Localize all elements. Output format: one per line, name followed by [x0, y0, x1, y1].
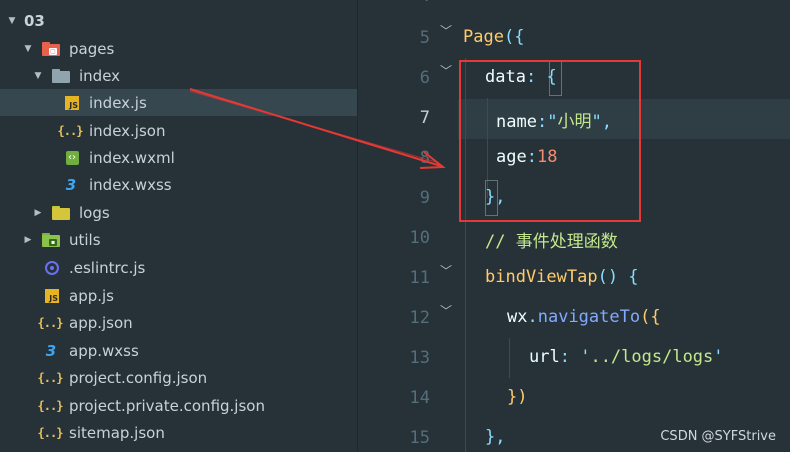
tree-item-label: project.config.json — [69, 368, 208, 387]
code-token: ' — [580, 347, 591, 367]
tree-file-index-js[interactable]: JS index.js — [0, 89, 357, 116]
folder-open-icon — [52, 68, 70, 84]
folder-icon — [52, 205, 70, 221]
code-token: wx — [507, 307, 528, 327]
tree-item-label: app.js — [69, 286, 114, 305]
chevron-right-icon[interactable]: ▶ — [22, 234, 34, 246]
line-number: 4 — [358, 0, 430, 6]
line-number: 5 — [419, 28, 430, 48]
json-file-icon: {..} — [37, 425, 64, 440]
fold-chevron-icon[interactable]: ﹀ — [440, 62, 452, 79]
tree-file-index-wxss[interactable]: 3 index.wxss — [0, 171, 357, 198]
eslint-file-icon — [44, 260, 60, 276]
tree-item-label: index — [79, 66, 121, 85]
code-token: }, — [485, 427, 506, 447]
code-token: ({ — [640, 307, 661, 327]
wxml-file-icon: ‹› — [64, 150, 80, 166]
code-token: ' — [713, 347, 724, 367]
code-token: ({ — [503, 27, 525, 47]
tree-file-app-json[interactable]: {..} app.json — [0, 309, 357, 336]
tree-file-eslintrc[interactable]: .eslintrc.js — [0, 254, 357, 281]
tree-root-03[interactable]: ▼ 03 — [0, 7, 357, 34]
code-line-13: url: '../logs/logs' — [529, 347, 724, 367]
tree-file-app-js[interactable]: JS app.js — [0, 282, 357, 309]
code-token: bindViewTap — [485, 267, 598, 287]
code-line-15: }, — [485, 427, 505, 447]
fold-chevron-icon[interactable]: ﹀ — [440, 262, 452, 279]
line-number: 13 — [409, 348, 430, 368]
tree-item-label: index.json — [89, 121, 166, 140]
tree-file-sitemap[interactable]: {..} sitemap.json — [0, 419, 357, 446]
chevron-down-icon[interactable]: ▼ — [22, 43, 34, 55]
tree-folder-utils[interactable]: ▶ ▪ utils — [0, 226, 357, 253]
fold-chevron-icon[interactable]: ﹀ — [440, 22, 452, 39]
folder-pages-icon: ▢ — [42, 41, 60, 57]
line-number: 6 — [419, 68, 430, 88]
code-token: ../logs/logs — [590, 347, 714, 367]
watermark-text: CSDN @SYFStrive — [660, 429, 776, 444]
code-line-14: }) — [507, 387, 527, 407]
chevron-right-icon[interactable]: ▶ — [32, 207, 44, 219]
json-file-icon: {..} — [37, 315, 64, 330]
json-file-icon: {..} — [57, 123, 84, 138]
js-file-icon: JS — [44, 288, 60, 304]
chevron-down-icon[interactable]: ▼ — [32, 70, 44, 82]
css-file-icon: 3 — [65, 175, 77, 194]
line-number: 11 — [409, 268, 430, 288]
folder-utils-icon: ▪ — [42, 232, 60, 248]
tree-file-app-wxss[interactable]: 3 app.wxss — [0, 337, 357, 364]
tree-file-index-json[interactable]: {..} index.json — [0, 117, 357, 144]
json-file-icon: {..} — [37, 370, 64, 385]
line-number: 14 — [409, 388, 430, 408]
line-number: 8 — [419, 148, 430, 168]
indent-guide — [509, 338, 510, 378]
annotation-highlight-box — [459, 60, 641, 222]
code-token: }) — [507, 387, 528, 407]
tree-folder-index[interactable]: ▼ index — [0, 62, 357, 89]
tree-file-project-config[interactable]: {..} project.config.json — [0, 364, 357, 391]
tree-folder-logs[interactable]: ▶ logs — [0, 199, 357, 226]
tree-item-label: app.json — [69, 313, 133, 332]
tree-item-label: utils — [69, 230, 101, 249]
code-token: () { — [597, 267, 639, 287]
code-token: navigateTo — [537, 307, 641, 327]
tree-item-label: index.wxml — [89, 148, 175, 167]
chevron-down-icon[interactable]: ▼ — [6, 15, 18, 27]
js-file-icon: JS — [64, 95, 80, 111]
code-token: . — [527, 307, 538, 327]
json-file-icon: {..} — [37, 398, 64, 413]
tree-item-label: sitemap.json — [69, 423, 165, 442]
tree-item-label: project.private.config.json — [69, 396, 265, 415]
file-explorer: ▼ 03 ▼ ▢ pages ▼ index JS index.js {..} … — [0, 0, 357, 452]
tree-file-index-wxml[interactable]: ‹› index.wxml — [0, 144, 357, 171]
tree-item-label: logs — [79, 203, 110, 222]
css-file-icon: 3 — [45, 341, 57, 360]
line-number: 10 — [409, 228, 430, 248]
tree-folder-pages[interactable]: ▼ ▢ pages — [0, 35, 357, 62]
code-line-11: bindViewTap() { — [485, 267, 639, 287]
tree-item-label: pages — [69, 39, 115, 58]
code-line-12: wx.navigateTo({ — [507, 307, 661, 327]
line-number: 9 — [419, 188, 430, 208]
tree-item-label: app.wxss — [69, 341, 139, 360]
code-token: url — [529, 347, 560, 367]
code-token: : — [559, 347, 581, 367]
line-number: 12 — [409, 308, 430, 328]
line-number-active: 7 — [419, 108, 430, 128]
code-line-5: Page({ — [463, 27, 524, 47]
code-line-10: // 事件处理函数 — [485, 227, 618, 252]
code-comment: // 事件处理函数 — [485, 232, 618, 252]
tree-item-label: index.wxss — [89, 175, 172, 194]
fold-chevron-icon[interactable]: ﹀ — [440, 302, 452, 319]
tree-item-label: 03 — [24, 11, 45, 30]
tree-item-label: index.js — [89, 93, 147, 112]
code-token: Page — [463, 27, 504, 47]
line-number: 15 — [409, 428, 430, 448]
tree-file-project-private-config[interactable]: {..} project.private.config.json — [0, 392, 357, 419]
tree-item-label: .eslintrc.js — [69, 258, 146, 277]
